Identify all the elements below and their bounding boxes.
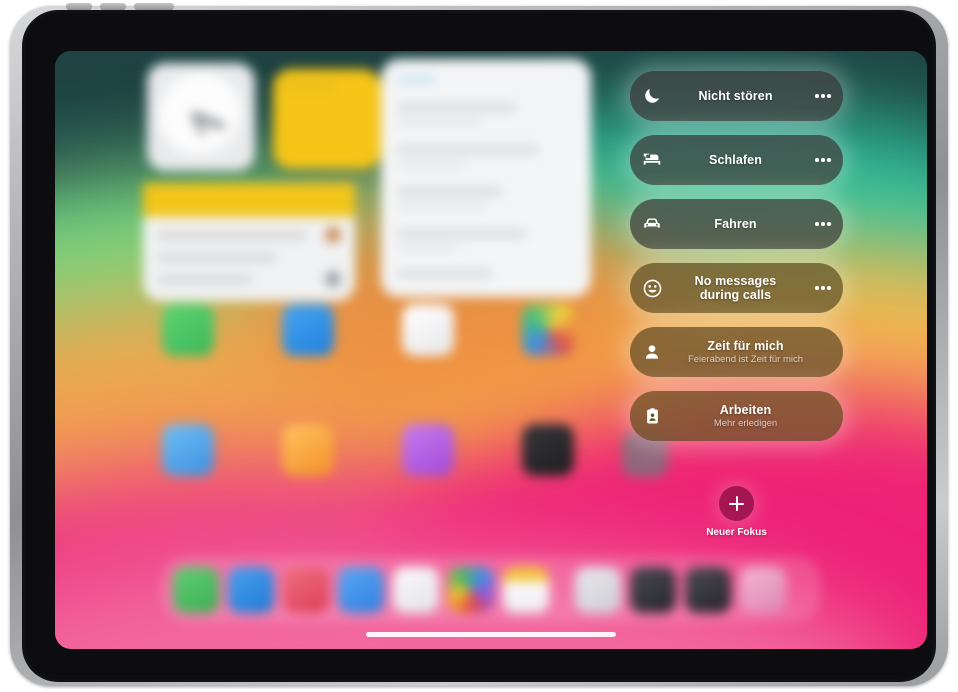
volume-down-button[interactable] bbox=[100, 3, 126, 10]
dock-icon-5[interactable] bbox=[393, 567, 439, 613]
focus-row-work[interactable]: Arbeiten Mehr erledigen bbox=[630, 391, 843, 441]
focus-row-title: Schlafen bbox=[709, 153, 762, 167]
focus-row-title: Zeit für mich bbox=[707, 338, 784, 353]
focus-row-text: Arbeiten Mehr erledigen bbox=[674, 403, 817, 430]
focus-row-title: Fahren bbox=[714, 217, 757, 231]
list-widget[interactable] bbox=[381, 59, 591, 297]
focus-row-text: Schlafen bbox=[674, 153, 803, 167]
person-icon bbox=[630, 342, 674, 362]
home-indicator[interactable] bbox=[366, 632, 616, 637]
focus-row-title-line2: during calls bbox=[699, 288, 772, 302]
focus-row-title: Nicht stören bbox=[698, 89, 773, 103]
ipad-screen: Nicht stören Schlafen Fahren No messages… bbox=[55, 51, 927, 649]
app-icon-blue[interactable] bbox=[282, 304, 334, 356]
focus-row-text: Nicht stören bbox=[674, 89, 803, 103]
clock-widget[interactable] bbox=[147, 63, 255, 171]
notes-widget[interactable] bbox=[143, 183, 355, 301]
app-icon-dark[interactable] bbox=[522, 424, 574, 476]
smiley-face-icon bbox=[630, 278, 674, 299]
ellipsis-icon[interactable] bbox=[803, 222, 843, 226]
bed-icon bbox=[630, 149, 674, 171]
focus-row-text: No messages during calls bbox=[674, 274, 803, 302]
focus-row-driving[interactable]: Fahren bbox=[630, 199, 843, 249]
app-icon-white[interactable] bbox=[402, 304, 454, 356]
focus-row-title-line1: No messages bbox=[694, 274, 777, 288]
app-icon-azure[interactable] bbox=[162, 424, 214, 476]
ellipsis-icon[interactable] bbox=[803, 158, 843, 162]
new-focus-label: Neuer Fokus bbox=[706, 527, 767, 538]
screenshot-stage: Nicht stören Schlafen Fahren No messages… bbox=[0, 0, 958, 692]
focus-row-text: Fahren bbox=[674, 217, 803, 231]
app-icon-multi[interactable] bbox=[522, 304, 574, 356]
app-icon-green[interactable] bbox=[162, 304, 214, 356]
plus-icon bbox=[729, 496, 744, 511]
dock-icon-6[interactable] bbox=[448, 567, 494, 613]
focus-row-no-messages-during-calls[interactable]: No messages during calls bbox=[630, 263, 843, 313]
dock-icon-1[interactable] bbox=[173, 567, 219, 613]
dock-icon-4[interactable] bbox=[338, 567, 384, 613]
volume-up-button[interactable] bbox=[66, 3, 92, 10]
dock-icon-7[interactable] bbox=[503, 567, 549, 613]
new-focus: Neuer Fokus bbox=[630, 486, 843, 538]
focus-row-subtitle: Feierabend ist Zeit für mich bbox=[687, 353, 804, 365]
moon-icon bbox=[630, 86, 674, 106]
focus-row-text: Zeit für mich Feierabend ist Zeit für mi… bbox=[674, 339, 817, 366]
new-focus-button[interactable] bbox=[719, 486, 754, 521]
ellipsis-icon[interactable] bbox=[803, 286, 843, 290]
focus-row-personal[interactable]: Zeit für mich Feierabend ist Zeit für mi… bbox=[630, 327, 843, 377]
app-icon-purple[interactable] bbox=[402, 424, 454, 476]
ellipsis-icon[interactable] bbox=[803, 94, 843, 98]
app-icon-orange[interactable] bbox=[282, 424, 334, 476]
focus-panel: Nicht stören Schlafen Fahren No messages… bbox=[630, 71, 855, 601]
focus-row-title: Arbeiten bbox=[719, 402, 772, 417]
id-badge-icon bbox=[630, 407, 674, 426]
ipad-device: Nicht stören Schlafen Fahren No messages… bbox=[10, 3, 948, 686]
car-icon bbox=[630, 213, 674, 235]
dock-icon-2[interactable] bbox=[228, 567, 274, 613]
focus-row-sleep[interactable]: Schlafen bbox=[630, 135, 843, 185]
yellow-widget[interactable] bbox=[273, 69, 381, 169]
dock-icon-8[interactable] bbox=[575, 567, 621, 613]
dock-icon-3[interactable] bbox=[283, 567, 329, 613]
power-button[interactable] bbox=[134, 3, 174, 10]
focus-row-subtitle: Mehr erledigen bbox=[713, 417, 778, 429]
focus-row-do-not-disturb[interactable]: Nicht stören bbox=[630, 71, 843, 121]
